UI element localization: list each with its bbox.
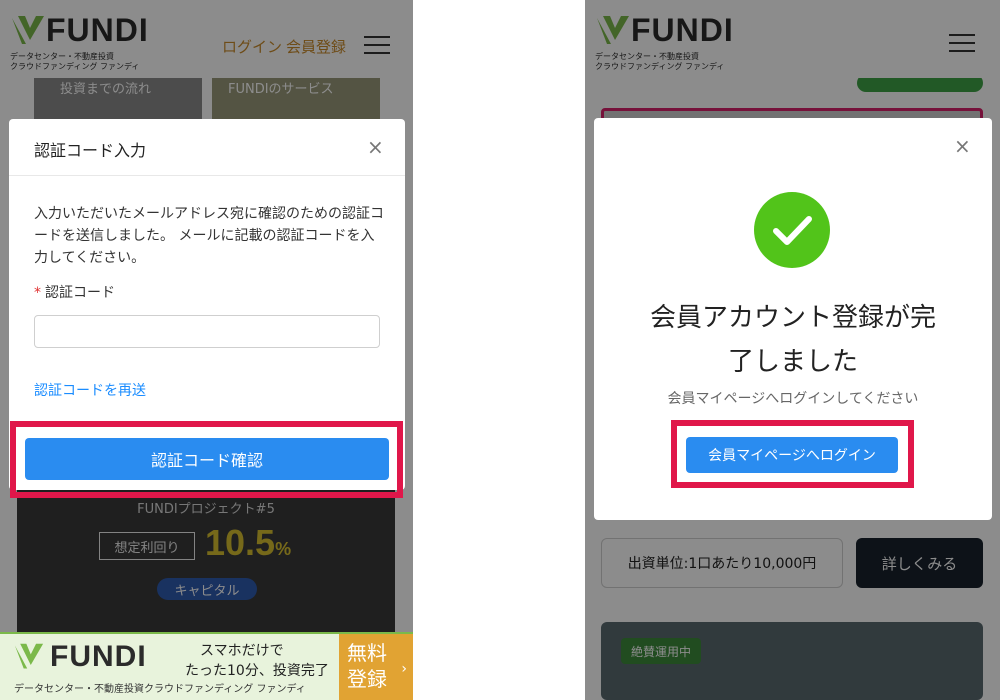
- banner-tagline: データセンター・不動産投資クラウドファンディング ファンディ: [14, 684, 306, 695]
- free-register-button[interactable]: 無料 登録 ›: [339, 634, 413, 700]
- verification-code-input[interactable]: [34, 315, 380, 348]
- verification-code-label: * 認証コード: [34, 285, 115, 301]
- banner-headline-1: スマホだけで: [200, 643, 284, 659]
- left-phone-screen: FUNDI データセンター・不動産投資 クラウドファンディング ファンディ ログ…: [0, 0, 413, 700]
- modal-divider: [9, 175, 405, 176]
- highlight-box: [10, 421, 403, 498]
- close-icon[interactable]: ×: [367, 135, 384, 159]
- comparison-canvas: FUNDI データセンター・不動産投資 クラウドファンディング ファンディ ログ…: [0, 0, 1000, 700]
- modal-message: 入力いただいたメールアドレス宛に確認のための認証コードを送信しました。 メールに…: [34, 206, 384, 266]
- success-subtitle: 会員マイページへログインしてください: [667, 391, 919, 407]
- signup-banner[interactable]: FUNDI スマホだけで たった10分、投資完了 データセンター・不動産投資クラ…: [0, 632, 413, 700]
- resend-code-link[interactable]: 認証コードを再送: [34, 380, 146, 400]
- leaf-logo-icon: [14, 643, 44, 669]
- right-phone-screen: FUNDI データセンター・不動産投資 クラウドファンディング ファンディ 出資…: [585, 0, 1000, 700]
- check-circle-icon: [754, 192, 830, 268]
- modal-title: 認証コード入力: [34, 141, 147, 160]
- required-mark: *: [34, 285, 41, 301]
- banner-wordmark: FUNDI: [50, 640, 147, 673]
- chevron-right-icon: ›: [401, 661, 407, 677]
- close-icon[interactable]: ×: [954, 134, 971, 158]
- success-title: 会員アカウント登録が完 了しました: [649, 303, 936, 377]
- banner-headline-2: たった10分、投資完了: [185, 663, 329, 679]
- highlight-box: [671, 420, 914, 488]
